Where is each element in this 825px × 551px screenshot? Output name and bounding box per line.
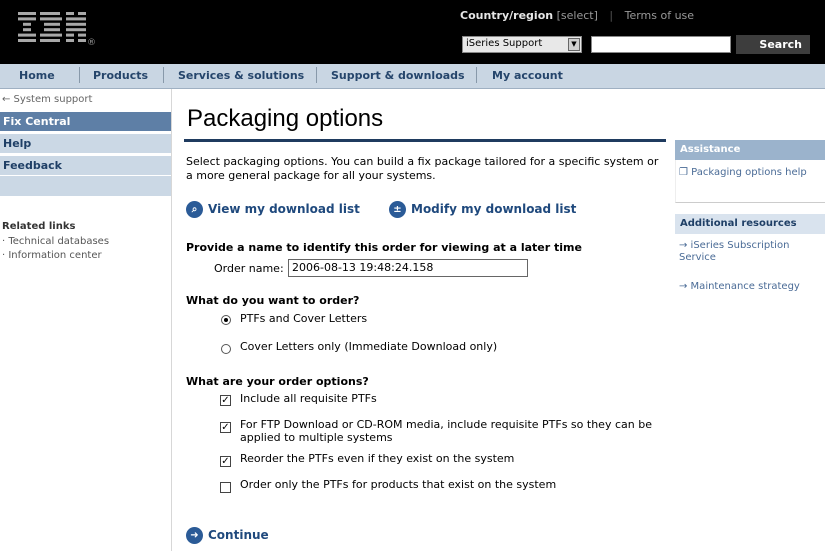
sidebar-item-help[interactable]: Help	[0, 134, 171, 154]
radio-label-ptfs-and-cover-letters: PTFs and Cover Letters	[240, 312, 368, 325]
order-options-section-title: What are your order options?	[186, 375, 369, 388]
order-name-label: Order name:	[214, 262, 284, 275]
nav-home[interactable]: Home	[19, 69, 55, 82]
nav-divider	[79, 67, 80, 83]
radio-label-cover-letters-only: Cover Letters only (Immediate Download o…	[240, 340, 498, 353]
related-link-information-center[interactable]: · Information center	[2, 250, 102, 261]
terms-link[interactable]: Terms of use	[625, 9, 694, 22]
sidebar-spacer	[0, 176, 171, 196]
new-window-icon: ❐	[679, 167, 688, 178]
related-links-title: Related links	[2, 221, 76, 232]
arrow-right-icon: ➜	[186, 527, 203, 544]
assistance-header: Assistance	[675, 140, 825, 160]
modify-download-list-link[interactable]: ± Modify my download list	[389, 201, 576, 218]
sidebar-item-feedback[interactable]: Feedback	[0, 156, 171, 176]
page-title: Packaging options	[187, 105, 384, 132]
nav-my-account[interactable]: My account	[492, 69, 563, 82]
checkbox-label-include-requisite-ptfs: Include all requisite PTFs	[240, 392, 377, 405]
search-button[interactable]: Search	[736, 35, 810, 54]
registered-icon: ®	[87, 38, 96, 48]
country-label[interactable]: Country/region	[460, 9, 553, 22]
title-rule	[184, 139, 666, 142]
checkbox-ftp-cdrom-requisite-ptfs[interactable]: ✓	[220, 422, 231, 433]
order-type-section-title: What do you want to order?	[186, 294, 360, 307]
checkbox-label-reorder-ptfs: Reorder the PTFs even if they exist on t…	[240, 452, 515, 465]
search-input[interactable]	[591, 36, 731, 53]
packaging-options-help-label: Packaging options help	[691, 167, 807, 178]
nav-products[interactable]: Products	[93, 69, 148, 82]
order-name-input[interactable]: 2006-08-13 19:48:24.158	[288, 259, 528, 277]
continue-label: Continue	[208, 528, 269, 542]
view-download-list-link[interactable]: ⌕ View my download list	[186, 201, 360, 218]
nav-divider	[476, 67, 477, 83]
checkbox-label-ftp-cdrom-requisite-ptfs: For FTP Download or CD-ROM media, includ…	[240, 418, 652, 444]
radio-cover-letters-only[interactable]	[221, 344, 231, 354]
checkbox-label-products-on-system-only: Order only the PTFs for products that ex…	[240, 478, 557, 491]
back-to-system-support-link[interactable]: ← System support	[2, 94, 92, 105]
intro-text: Select packaging options. You can build …	[186, 155, 659, 182]
masthead-tools: Country/region [select] | Terms of use	[460, 9, 694, 22]
modify-download-list-label: Modify my download list	[411, 202, 577, 216]
continue-button[interactable]: ➜ Continue	[186, 527, 269, 544]
ibm-logo[interactable]	[18, 12, 86, 45]
chevron-down-icon[interactable]: ▼	[568, 38, 580, 51]
resource-link-maintenance-strategy[interactable]: → Maintenance strategy	[679, 281, 825, 293]
nav-divider	[163, 67, 164, 83]
checkbox-reorder-ptfs[interactable]: ✓	[220, 456, 231, 467]
plus-minus-icon: ±	[389, 201, 406, 218]
resource-link-iseries-subscription[interactable]: → iSeries Subscription Service	[679, 240, 825, 264]
masthead	[0, 0, 825, 64]
support-select[interactable]: iSeries Support ▼	[462, 36, 582, 53]
packaging-options-help-link[interactable]: ❐ Packaging options help	[679, 167, 825, 179]
nav-support-downloads[interactable]: Support & downloads	[331, 69, 465, 82]
additional-resources-header: Additional resources	[675, 214, 825, 234]
support-select-value: iSeries Support	[466, 38, 543, 49]
checkbox-include-requisite-ptfs[interactable]: ✓	[220, 395, 231, 406]
nav-services[interactable]: Services & solutions	[178, 69, 304, 82]
left-column-divider	[171, 89, 172, 551]
radio-ptfs-and-cover-letters[interactable]	[221, 315, 231, 325]
nav-divider	[316, 67, 317, 83]
checkbox-products-on-system-only[interactable]	[220, 482, 231, 493]
tools-divider: |	[609, 9, 614, 22]
country-select-link[interactable]: [select]	[557, 9, 598, 22]
magnifier-icon: ⌕	[186, 201, 203, 218]
order-name-section-title: Provide a name to identify this order fo…	[186, 241, 582, 254]
view-download-list-label: View my download list	[208, 202, 360, 216]
sidebar-item-fix-central[interactable]: Fix Central	[0, 112, 171, 132]
related-link-technical-databases[interactable]: · Technical databases	[2, 236, 109, 247]
